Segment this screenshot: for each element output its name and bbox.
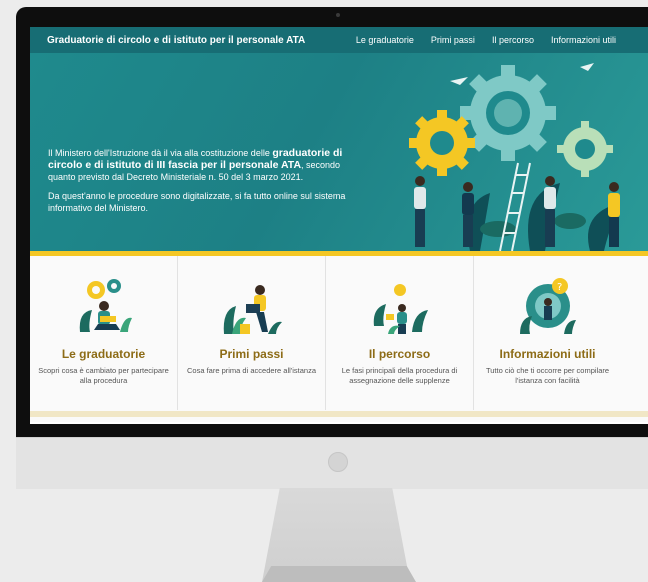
monitor-stand-base [262,566,416,582]
power-button-icon [328,452,348,472]
cards-row: Le graduatorie Scopri cosa è cambiato pe… [30,256,648,422]
hero-illustration [409,63,620,251]
person-laptop-icon [223,285,282,334]
hero-text: Il Ministero dell'Istruzione dà il via a… [48,147,368,221]
card-description: Le fasi principali della procedura di as… [341,366,458,385]
nav-link-percorso[interactable]: Il percorso [492,35,534,45]
card-graduatorie[interactable]: Le graduatorie Scopri cosa è cambiato pe… [30,256,177,410]
top-nav: Graduatorie di circolo e di istituto per… [30,27,648,53]
person-icon [462,182,474,247]
paper-plane-icon [580,63,594,71]
paper-plane-icon [450,77,468,85]
hero-subtext: Da quest'anno le procedure sono digitali… [48,191,346,213]
nav-link-informazioni[interactable]: Informazioni utili [551,35,616,45]
footer-strip [30,411,648,417]
hero-intro: Il Ministero dell'Istruzione dà il via a… [48,147,343,182]
webcam-dot [336,13,340,17]
card-title[interactable]: Primi passi [178,347,325,361]
hero-banner: Il Ministero dell'Istruzione dà il via a… [30,53,648,251]
card-description: Scopri cosa è cambiato per partecipare a… [38,366,169,385]
site-title[interactable]: Graduatorie di circolo e di istituto per… [47,35,305,46]
card-description: Tutto ciò che ti occorre per compilare l… [485,366,610,385]
person-reading-gears-icon [79,279,132,332]
person-icon [608,182,620,247]
card-informazioni[interactable]: ? Informazioni utili Tutto ciò che ti oc… [473,256,621,410]
person-icon [414,176,426,247]
nav-link-graduatorie[interactable]: Le graduatorie [356,35,414,45]
yellow-gear-icon [409,110,475,176]
card-primi-passi[interactable]: Primi passi Cosa fare prima di accedere … [177,256,325,410]
person-question-gear-icon: ? [520,278,576,334]
card-percorso[interactable]: Il percorso Le fasi principali della pro… [325,256,473,410]
light-gear-icon [557,121,613,177]
screen: Graduatorie di circolo e di istituto per… [30,27,648,424]
card-description: Cosa fare prima di accedere all'istanza [187,366,316,375]
card-title[interactable]: Il percorso [326,347,473,361]
card-title[interactable]: Informazioni utili [474,347,621,361]
person-watering-plants-icon [373,284,428,334]
ladder-icon [499,162,531,251]
nav-links: Le graduatorie Primi passi Il percorso I… [356,35,616,45]
card-title[interactable]: Le graduatorie [30,347,177,361]
svg-text:?: ? [557,282,562,293]
plants-icon [467,183,620,251]
nav-link-primi-passi[interactable]: Primi passi [431,35,475,45]
